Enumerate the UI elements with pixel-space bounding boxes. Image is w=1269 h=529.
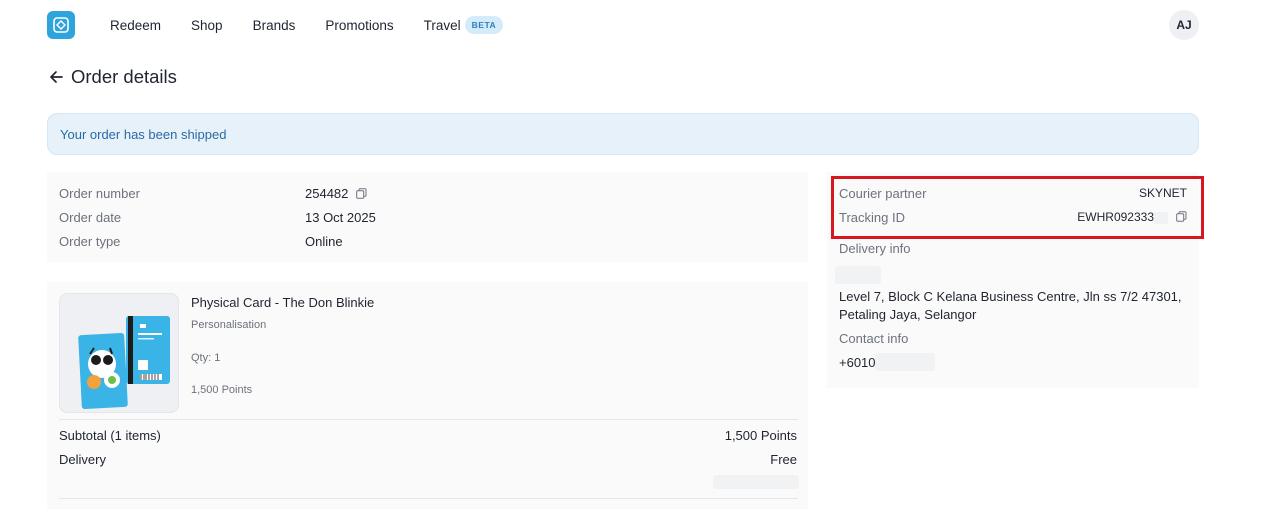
logo-icon xyxy=(53,17,69,33)
product-points: 1,500 Points xyxy=(191,384,253,396)
arrow-left-icon xyxy=(50,71,63,83)
address-line-2: Petaling Jaya, Selangor xyxy=(839,307,977,322)
order-item-panel: Physical Card - The Don Blinkie Personal… xyxy=(47,282,808,509)
address-line-1: Level 7, Block C Kelana Business Centre,… xyxy=(839,289,1182,304)
order-number-label: Order number xyxy=(59,186,140,201)
delivery-label: Delivery xyxy=(59,452,106,467)
app-logo[interactable] xyxy=(47,11,75,39)
redacted-recipient-name xyxy=(835,266,881,284)
subtotal-value: 1,500 Points xyxy=(724,428,797,443)
redacted-value xyxy=(713,475,799,489)
delivery-info-label: Delivery info xyxy=(839,241,911,256)
product-option: Personalisation xyxy=(191,319,267,331)
copy-order-number-icon[interactable] xyxy=(356,187,367,202)
product-image[interactable] xyxy=(59,293,179,413)
contact-info-label: Contact info xyxy=(839,331,909,346)
order-type-label: Order type xyxy=(59,234,121,249)
status-banner: Your order has been shipped xyxy=(47,113,1199,155)
status-banner-text: Your order has been shipped xyxy=(60,126,227,142)
page-title: Order details xyxy=(71,66,177,87)
order-date: 13 Oct 2025 xyxy=(305,210,376,225)
order-date-label: Order date xyxy=(59,210,122,225)
back-button[interactable] xyxy=(47,67,65,87)
nav-brands[interactable]: Brands xyxy=(253,18,296,33)
order-type: Online xyxy=(305,234,343,249)
nav-travel[interactable]: Travel xyxy=(424,18,461,33)
user-avatar[interactable]: AJ xyxy=(1169,10,1199,40)
nav-promotions[interactable]: Promotions xyxy=(325,18,393,33)
redacted-phone-digits xyxy=(875,353,935,371)
order-info-panel: Order number 254482 Order date 13 Oct 20… xyxy=(47,172,808,262)
nav-shop[interactable]: Shop xyxy=(191,18,223,33)
summary-divider xyxy=(59,498,798,499)
item-divider xyxy=(59,419,798,420)
product-name: Physical Card - The Don Blinkie xyxy=(191,295,375,310)
delivery-value: Free xyxy=(770,452,797,467)
nav-redeem[interactable]: Redeem xyxy=(110,18,161,33)
order-number: 254482 xyxy=(305,186,349,201)
main-nav: Redeem Shop Brands Promotions Travel BET… xyxy=(110,14,504,36)
card-illustration-icon xyxy=(78,316,170,410)
contact-phone: +6010 xyxy=(839,355,876,370)
product-quantity: Qty: 1 xyxy=(191,352,221,364)
beta-badge: BETA xyxy=(464,16,504,34)
order-number-value: 254482 xyxy=(305,186,367,202)
courier-highlight-box xyxy=(831,176,1204,239)
subtotal-label: Subtotal (1 items) xyxy=(59,428,161,443)
